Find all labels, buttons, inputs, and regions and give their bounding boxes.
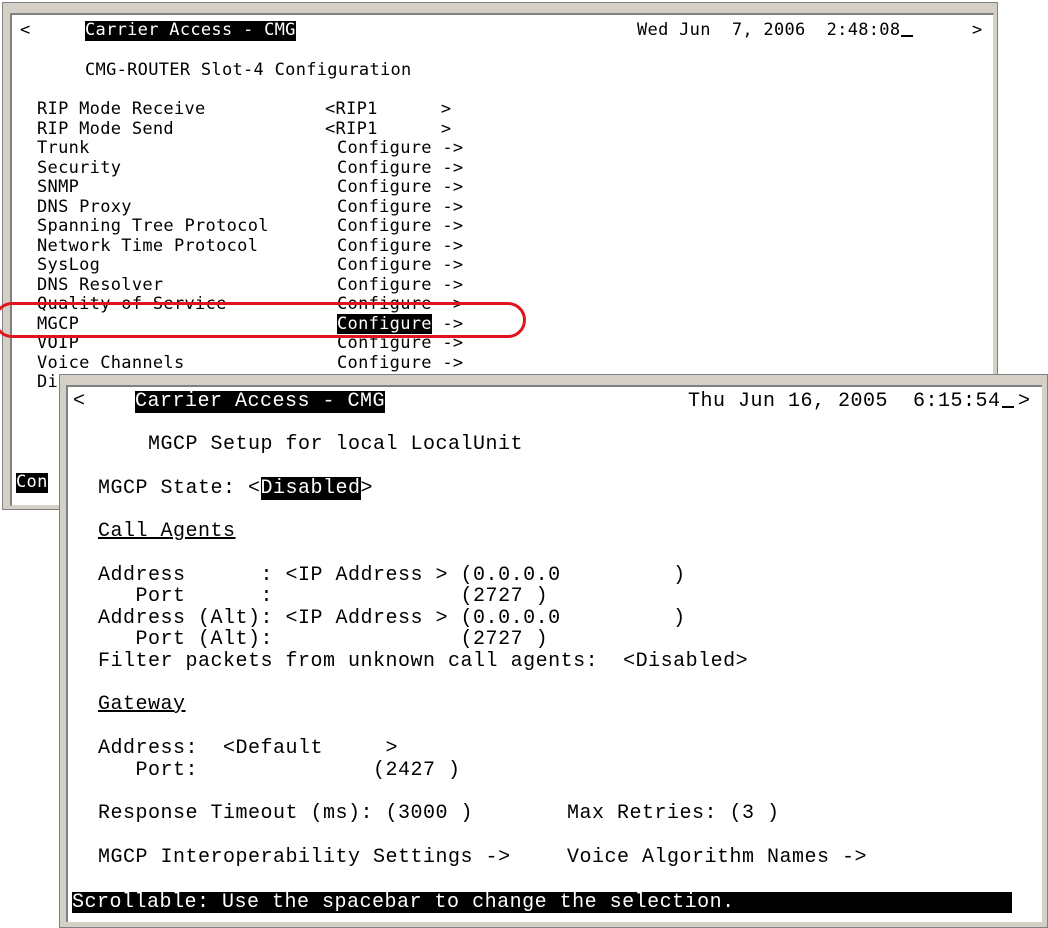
status-fragment: Con — [16, 472, 48, 493]
call-agent-address-alt-row[interactable]: Address (Alt): <IP Address > (0.0.0.0 ) — [98, 608, 686, 630]
rip-receive-select[interactable]: <RIP1 > — [325, 99, 451, 120]
filter-unknown-agents-row[interactable]: Filter packets from unknown call agents:… — [98, 651, 748, 673]
call-agents-heading: Call Agents — [98, 520, 236, 543]
mgcp-state-select[interactable]: Disabled — [260, 477, 361, 500]
call-agent-port-row[interactable]: Port : (2727 ) — [98, 586, 548, 608]
row-label: Trunk — [37, 138, 90, 158]
call-agent-address-row[interactable]: Address : <IP Address > (0.0.0.0 ) — [98, 565, 686, 587]
page-title: MGCP Setup for local LocalUnit — [148, 433, 524, 456]
nav-right-arrow[interactable]: > — [1018, 391, 1031, 413]
gateway-port-row[interactable]: Port: (2427 ) — [98, 760, 461, 782]
row-label: Spanning Tree Protocol — [37, 216, 269, 236]
configure-link[interactable]: Configure -> — [337, 255, 463, 276]
max-retries-field[interactable]: Max Retries: (3 ) — [567, 803, 780, 825]
response-timeout-field[interactable]: Response Timeout (ms): (3000 ) — [98, 803, 473, 825]
gateway-heading: Gateway — [98, 693, 186, 716]
highlight-oval — [0, 302, 526, 338]
row-label: Security — [37, 157, 122, 178]
configure-link[interactable]: Configure -> — [337, 353, 463, 374]
configure-link[interactable]: Configure -> — [337, 138, 463, 159]
configure-link[interactable]: Configure -> — [337, 197, 463, 218]
row-label: SysLog — [37, 255, 101, 275]
page-title: CMG-ROUTER Slot-4 Configuration — [85, 60, 412, 80]
nav-left-arrow[interactable]: < — [20, 20, 31, 41]
nav-right-arrow[interactable]: > — [972, 20, 983, 41]
configure-link[interactable]: Configure -> — [337, 177, 463, 198]
gateway-address-row[interactable]: Address: <Default > — [98, 738, 398, 760]
status-bar: Scrollable: Use the spacebar to change t… — [72, 892, 1012, 913]
datetime: Thu Jun 16, 2005 6:15:54 — [688, 391, 1014, 413]
datetime: Wed Jun 7, 2006 2:48:08 — [637, 20, 914, 41]
nav-left-arrow[interactable]: < — [73, 391, 86, 413]
cursor — [1001, 406, 1014, 408]
row-label: Network Time Protocol — [37, 235, 259, 256]
configure-link[interactable]: Configure -> — [337, 216, 463, 237]
window-title: Carrier Access - CMG — [85, 20, 296, 41]
row-label: Voice Channels — [37, 352, 185, 373]
call-agent-port-alt-row[interactable]: Port (Alt): (2727 ) — [98, 629, 548, 651]
row-label: RIP Mode Send — [37, 118, 174, 139]
row-label: SNMP — [37, 177, 80, 197]
mgcp-state-field: MGCP State: <Disabled> — [98, 477, 374, 500]
configure-link[interactable]: Configure -> — [337, 236, 463, 257]
configure-link[interactable]: Configure -> — [337, 158, 463, 179]
cursor — [901, 35, 914, 37]
configure-link[interactable]: Configure -> — [337, 275, 463, 296]
front-terminal-screen: < Carrier Access - CMG Thu Jun 16, 2005 … — [66, 385, 1042, 922]
front-terminal-window: < Carrier Access - CMG Thu Jun 16, 2005 … — [59, 374, 1048, 928]
row-label: Di — [37, 372, 59, 392]
row-label: DNS Resolver — [37, 274, 164, 295]
interop-settings-link[interactable]: MGCP Interoperability Settings -> — [98, 847, 511, 869]
rip-send-select[interactable]: <RIP1 > — [325, 119, 451, 140]
window-title: Carrier Access - CMG — [135, 390, 386, 413]
voice-algorithm-names-link[interactable]: Voice Algorithm Names -> — [567, 847, 867, 869]
row-label: RIP Mode Receive — [37, 99, 206, 119]
row-label: DNS Proxy — [37, 196, 132, 217]
